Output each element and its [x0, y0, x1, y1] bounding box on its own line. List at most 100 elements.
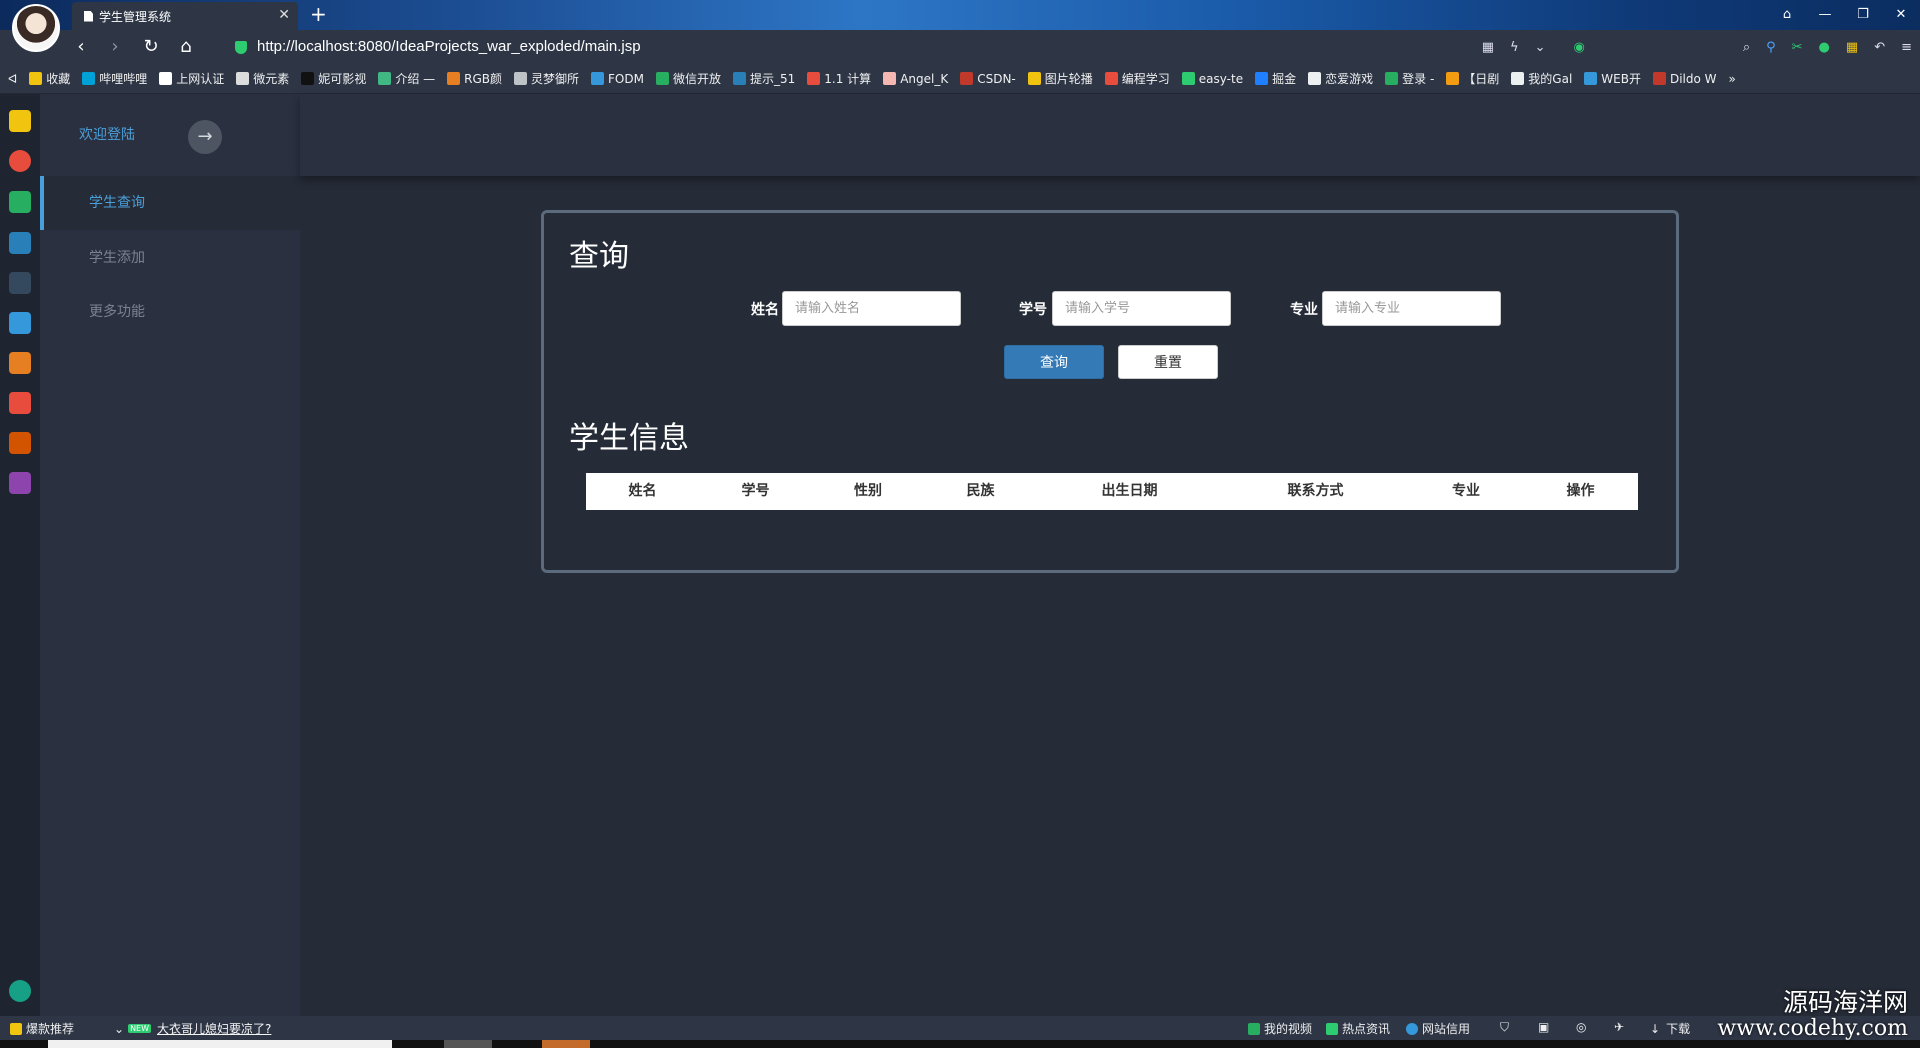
search-engine-icon[interactable]: ◉: [1573, 40, 1584, 55]
bookmark-label: 1.1 计算: [824, 72, 872, 86]
bookmark-item[interactable]: 【日剧: [1446, 70, 1499, 87]
scissors-icon[interactable]: ✂: [1792, 40, 1803, 55]
home-icon[interactable]: ⌂: [175, 36, 197, 58]
sidebar-item-student-add[interactable]: 学生添加: [40, 231, 300, 285]
bookmark-item[interactable]: RGB颜: [447, 70, 502, 87]
user-avatar[interactable]: [12, 4, 60, 52]
column-header-birthdate: 出生日期: [1101, 483, 1158, 499]
bookmark-label: 哔哩哔哩: [99, 72, 148, 86]
refresh-icon[interactable]: ↻: [140, 36, 162, 58]
browser-title-bar: 学生管理系统 ✕ + ⌂ — ❐ ✕: [0, 0, 1920, 30]
bookmark-favicon-icon: [1308, 72, 1322, 85]
bookmark-item[interactable]: 收藏: [29, 70, 70, 87]
skin-icon[interactable]: ⌂: [1768, 0, 1806, 30]
bookmark-item[interactable]: easy-te: [1181, 72, 1243, 86]
bookmark-item[interactable]: 登录 -: [1385, 70, 1434, 87]
bookmark-item[interactable]: Dildo W: [1652, 71, 1717, 86]
pixiv-icon[interactable]: [9, 232, 31, 254]
video-app-icon[interactable]: [9, 392, 31, 414]
bookmarks-toggle-icon[interactable]: ᐊ: [8, 72, 17, 86]
close-window-icon[interactable]: ✕: [1882, 0, 1920, 30]
chevron-down-icon[interactable]: ⌄: [1535, 40, 1546, 55]
hot-news[interactable]: 热点资讯: [1326, 1020, 1390, 1037]
bookmark-item[interactable]: 恋爱游戏: [1308, 70, 1373, 87]
bookmark-item[interactable]: 编程学习: [1104, 70, 1170, 87]
watermark-line-2: www.codehy.com: [1717, 1016, 1908, 1041]
pin-icon[interactable]: ✈: [1614, 1020, 1624, 1034]
sidebar-item-more-functions[interactable]: 更多功能: [40, 285, 300, 339]
bookmark-label: 提示_51: [750, 72, 796, 86]
bookmark-item[interactable]: Angel_K: [883, 72, 948, 86]
bookmark-item[interactable]: 掘金: [1255, 70, 1296, 87]
bookmark-favicon-icon: [378, 72, 392, 85]
back-icon[interactable]: ‹: [70, 36, 92, 58]
bookmark-item[interactable]: 1.1 计算: [807, 70, 871, 87]
download-icon: ↓: [1650, 1021, 1661, 1036]
bookmark-item[interactable]: CSDN-: [960, 72, 1016, 86]
weibo-icon[interactable]: [9, 150, 31, 172]
bookmark-item[interactable]: 微元素: [236, 70, 289, 87]
bookmark-label: 图片轮播: [1044, 72, 1093, 86]
news-link[interactable]: 大衣哥儿媳妇要凉了?: [157, 1020, 271, 1037]
bookmarks-more-icon[interactable]: »: [1729, 72, 1736, 86]
column-header-actions: 操作: [1566, 483, 1595, 499]
bookmark-item[interactable]: 灵梦御所: [514, 70, 579, 87]
notes-icon[interactable]: [9, 312, 31, 334]
forward-icon[interactable]: ›: [104, 36, 126, 58]
query-button[interactable]: 查询: [1004, 345, 1104, 379]
logout-arrow-icon[interactable]: →: [188, 120, 222, 154]
downloads[interactable]: ↓ 下载: [1650, 1020, 1690, 1037]
game-app-icon[interactable]: [9, 272, 31, 294]
favorites-icon[interactable]: [9, 110, 31, 132]
content-header: [300, 94, 1920, 176]
bookmark-favicon-icon: [1584, 72, 1598, 85]
site-credit[interactable]: 网站信用: [1406, 1020, 1470, 1037]
browser-tab[interactable]: 学生管理系统 ✕: [72, 2, 298, 30]
bookmark-item[interactable]: 介绍 —: [378, 70, 435, 87]
image-icon[interactable]: ▣: [1538, 1020, 1549, 1034]
name-input[interactable]: [782, 291, 961, 326]
apps-icon[interactable]: ▦: [1846, 40, 1858, 55]
anime-game-icon[interactable]: [9, 472, 31, 494]
bookmark-item[interactable]: 微信开放: [655, 70, 721, 87]
bookmark-label: FODM: [608, 71, 644, 86]
tab-close-icon[interactable]: ✕: [278, 7, 290, 23]
shield-status-icon[interactable]: ⛉: [1500, 1020, 1509, 1035]
add-app-icon[interactable]: [9, 980, 31, 1002]
restore-icon[interactable]: ❐: [1844, 0, 1882, 30]
extension-icon[interactable]: ●: [1819, 40, 1830, 55]
mail-icon[interactable]: [9, 191, 31, 213]
qr-icon[interactable]: ▦: [1482, 40, 1494, 55]
sidebar-item-student-query[interactable]: 学生查询: [40, 176, 300, 230]
hot-recommend[interactable]: 爆款推荐: [10, 1020, 74, 1037]
zoom-icon[interactable]: ⚲: [1766, 40, 1776, 55]
student-id-input[interactable]: [1052, 291, 1231, 326]
news-item[interactable]: ⌄ NEW 大衣哥儿媳妇要凉了?: [114, 1020, 271, 1037]
bookmark-item[interactable]: 妮可影视: [301, 70, 366, 87]
new-tab-button[interactable]: +: [310, 4, 327, 24]
major-input[interactable]: [1322, 291, 1501, 326]
reset-button[interactable]: 重置: [1118, 345, 1218, 379]
my-videos[interactable]: 我的视频: [1248, 1020, 1312, 1037]
bookmark-label: Dildo W: [1669, 71, 1717, 86]
undo-icon[interactable]: ↶: [1874, 40, 1885, 55]
bookmark-item[interactable]: WEB开: [1584, 70, 1641, 87]
menu-icon[interactable]: ≡: [1901, 40, 1912, 55]
game-icon[interactable]: [9, 432, 31, 454]
bookmark-label: 收藏: [46, 72, 71, 86]
speed-icon[interactable]: ◎: [1576, 1020, 1586, 1034]
bookmark-item[interactable]: 上网认证: [159, 70, 224, 87]
bookmark-item[interactable]: 哔哩哔哩: [82, 70, 147, 87]
bookmark-favicon-icon: [82, 72, 96, 85]
novel-icon[interactable]: [9, 352, 31, 374]
bookmark-favicon-icon: [733, 72, 746, 85]
bookmark-item[interactable]: 我的Gal: [1511, 70, 1572, 87]
url-field[interactable]: http://localhost:8080/IdeaProjects_war_e…: [257, 38, 641, 55]
minimize-icon[interactable]: —: [1806, 0, 1844, 30]
bookmark-item[interactable]: 提示_51: [733, 70, 795, 87]
bookmark-item[interactable]: FODM: [591, 72, 644, 86]
search-icon[interactable]: ⌕: [1743, 40, 1750, 55]
lightning-icon[interactable]: ϟ: [1510, 40, 1519, 55]
bookmark-item[interactable]: 图片轮播: [1027, 70, 1093, 87]
new-badge: NEW: [128, 1024, 152, 1033]
